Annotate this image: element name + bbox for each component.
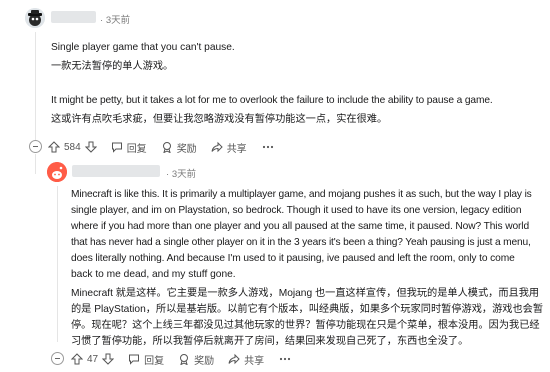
username[interactable] — [51, 11, 96, 23]
share-button[interactable]: 共享 — [228, 352, 264, 367]
award-button[interactable]: 奖励 — [178, 352, 214, 367]
comment-time-text: 3天前 — [171, 169, 197, 180]
comment-text-line: Minecraft 就是这样。它主要是一款多人游戏，Mojang 也一直这样宣传… — [71, 288, 540, 299]
vote-group: 47 — [71, 353, 115, 365]
reply-button[interactable]: 回复 — [128, 352, 164, 367]
comment-time: · 3天前 — [100, 15, 131, 26]
comment-text-line: 这或许有点吹毛求疵，但要让我忽略游戏没有暂停功能这一点，实在很难。 — [51, 114, 388, 125]
comment-text-line: 停。现在呢？这个上线三年都没见过其他玩家的世界？暂停功能现在只是个菜单，根本没用… — [71, 320, 540, 331]
reply-label: 回复 — [126, 143, 147, 155]
share-icon — [211, 141, 223, 153]
award-icon — [178, 353, 190, 365]
share-label: 共享 — [226, 143, 247, 155]
downvote-icon[interactable] — [102, 353, 115, 365]
more-options-button[interactable] — [261, 141, 275, 153]
reply-icon — [128, 353, 140, 365]
avatar[interactable] — [25, 8, 45, 28]
share-button[interactable]: 共享 — [211, 140, 247, 155]
upvote-icon[interactable] — [48, 141, 60, 153]
vote-count: 47 — [87, 353, 99, 365]
thread-line[interactable] — [35, 32, 36, 144]
comment-text-line: Single player game that you can't pause. — [51, 42, 235, 53]
more-icon — [261, 141, 275, 153]
comment-text-line: 的是 PlayStation，所以是基岩版。以前它有个版本，叫经典版，如果多个玩… — [71, 304, 544, 315]
comment-actions: 47 回复 奖励 共享 — [71, 352, 306, 367]
more-options-button[interactable] — [278, 353, 292, 365]
collapse-thread-button[interactable] — [29, 140, 42, 153]
award-button[interactable]: 奖励 — [161, 140, 197, 155]
comment-text-line: 习惯了暂停功能，所以我暂停后就离开了房间，结果回来发现自己死了，东西也全没了。 — [71, 336, 469, 347]
reply-icon — [111, 141, 123, 153]
comment-text-line: It might be petty, but it takes a lot fo… — [51, 95, 493, 106]
comment-text-line: does literally nothing. And because I'm … — [71, 253, 515, 264]
reply-button[interactable]: 回复 — [111, 140, 147, 155]
more-icon — [278, 353, 292, 365]
award-icon — [161, 141, 173, 153]
collapse-thread-button[interactable] — [51, 352, 64, 365]
avatar-icon — [47, 162, 67, 182]
comment-text-line: that has never had a single other player… — [71, 237, 531, 248]
comment-text-line: where if you had more than one player an… — [71, 221, 530, 232]
comment-actions: 584 回复 奖励 共享 — [48, 140, 289, 155]
comment-text-line: Minecraft is like this. It is primarily … — [71, 189, 532, 200]
award-label: 奖励 — [194, 355, 215, 367]
share-icon — [228, 353, 240, 365]
avatar-icon — [25, 8, 45, 28]
downvote-icon[interactable] — [84, 141, 97, 153]
comment-text-line: 一款无法暂停的单人游戏。 — [51, 61, 174, 72]
vote-count: 584 — [64, 141, 81, 153]
reply-label: 回复 — [144, 355, 165, 367]
comment-time: · 3天前 — [166, 169, 197, 180]
award-label: 奖励 — [176, 143, 197, 155]
avatar[interactable] — [47, 162, 67, 182]
vote-group: 584 — [48, 141, 97, 153]
thread-connector — [35, 154, 36, 174]
upvote-icon[interactable] — [71, 353, 83, 365]
username[interactable] — [72, 165, 160, 177]
thread-line[interactable] — [57, 186, 58, 342]
share-label: 共享 — [244, 355, 265, 367]
comment-text-line: single player, and im on Playstation, so… — [71, 205, 522, 216]
comment-text-line: back to me dead, and my stuff gone. — [71, 269, 236, 280]
comment-time-text: 3天前 — [105, 15, 131, 26]
